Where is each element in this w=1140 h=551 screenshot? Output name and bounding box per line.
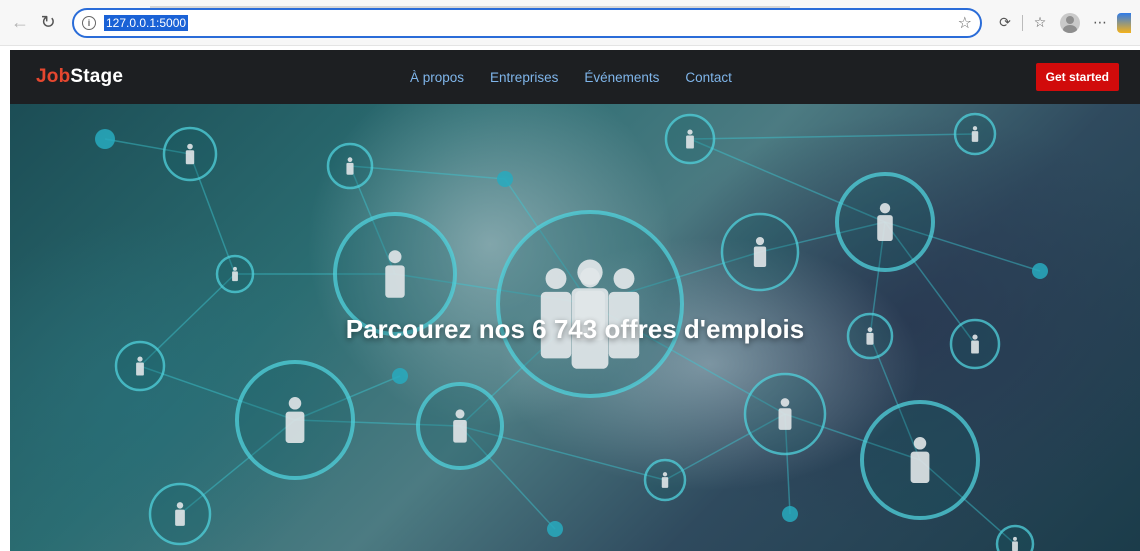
person-node-icon [326,142,374,190]
network-dot [782,506,798,522]
person-node-icon [835,172,935,272]
person-node-icon [114,340,166,392]
avatar [1060,12,1080,33]
person-node-icon [235,360,355,480]
brand-accent: Job [36,66,71,87]
person-node-icon [995,524,1035,551]
nav-link-a-propos[interactable]: À propos [410,70,464,85]
hero-title-suffix: offres d'emplois [597,314,805,344]
person-node-icon [664,113,716,165]
get-started-button[interactable]: Get started [1035,63,1119,91]
person-node-icon [953,112,997,156]
hero-title-prefix: Parcourez nos [345,314,533,344]
site-navbar: JobStage À propos Entreprises Événements… [10,50,1140,104]
network-dot [1032,263,1048,279]
network-dot [95,129,115,149]
job-count: 6 743 [532,314,598,344]
extensions-icon[interactable]: ⟳ [992,10,1018,36]
favorite-star-icon[interactable]: ☆ [958,13,972,33]
person-node-icon [148,482,212,546]
copilot-icon[interactable] [1117,12,1131,33]
person-node-icon [215,254,255,294]
tab-strip [150,6,790,8]
hero-banner: Parcourez nos 6 743 offres d'emplois [10,104,1140,551]
reload-icon[interactable]: ↻ [34,9,62,37]
person-node-icon [720,212,800,292]
network-dot [392,368,408,384]
favorites-icon[interactable]: ☆ [1027,10,1053,36]
network-dot [497,171,513,187]
nav-link-contact[interactable]: Contact [685,70,732,85]
back-arrow-icon[interactable]: ← [6,9,34,37]
person-node-icon [743,372,827,456]
profile-icon[interactable] [1057,10,1083,36]
network-link [349,165,506,180]
nav-link-evenements[interactable]: Événements [584,70,659,85]
person-node-icon [416,382,504,470]
network-dot [547,521,563,537]
site-info-icon[interactable]: i [82,15,96,30]
browser-toolbar: ← ↻ i 127.0.0.1:5000 ☆ ⟳ ☆ ⋯ [0,0,1140,46]
brand-logo[interactable]: JobStage [36,66,123,88]
person-node-icon [643,458,687,502]
brand-rest: Stage [70,66,124,87]
website: JobStage À propos Entreprises Événements… [10,50,1140,551]
url-text[interactable]: 127.0.0.1:5000 [104,14,189,31]
address-bar[interactable]: i 127.0.0.1:5000 ☆ [72,7,982,38]
nav-links: À propos Entreprises Événements Contact [410,50,732,104]
network-link [689,133,976,140]
person-node-icon [162,126,218,182]
toolbar-divider [1022,14,1023,31]
hero-title: Parcourez nos 6 743 offres d'emplois [10,314,1140,345]
browser-actions: ⟳ ☆ ⋯ [992,10,1131,36]
more-menu-icon[interactable]: ⋯ [1087,10,1113,36]
person-node-icon [860,400,980,520]
nav-link-entreprises[interactable]: Entreprises [490,70,558,85]
